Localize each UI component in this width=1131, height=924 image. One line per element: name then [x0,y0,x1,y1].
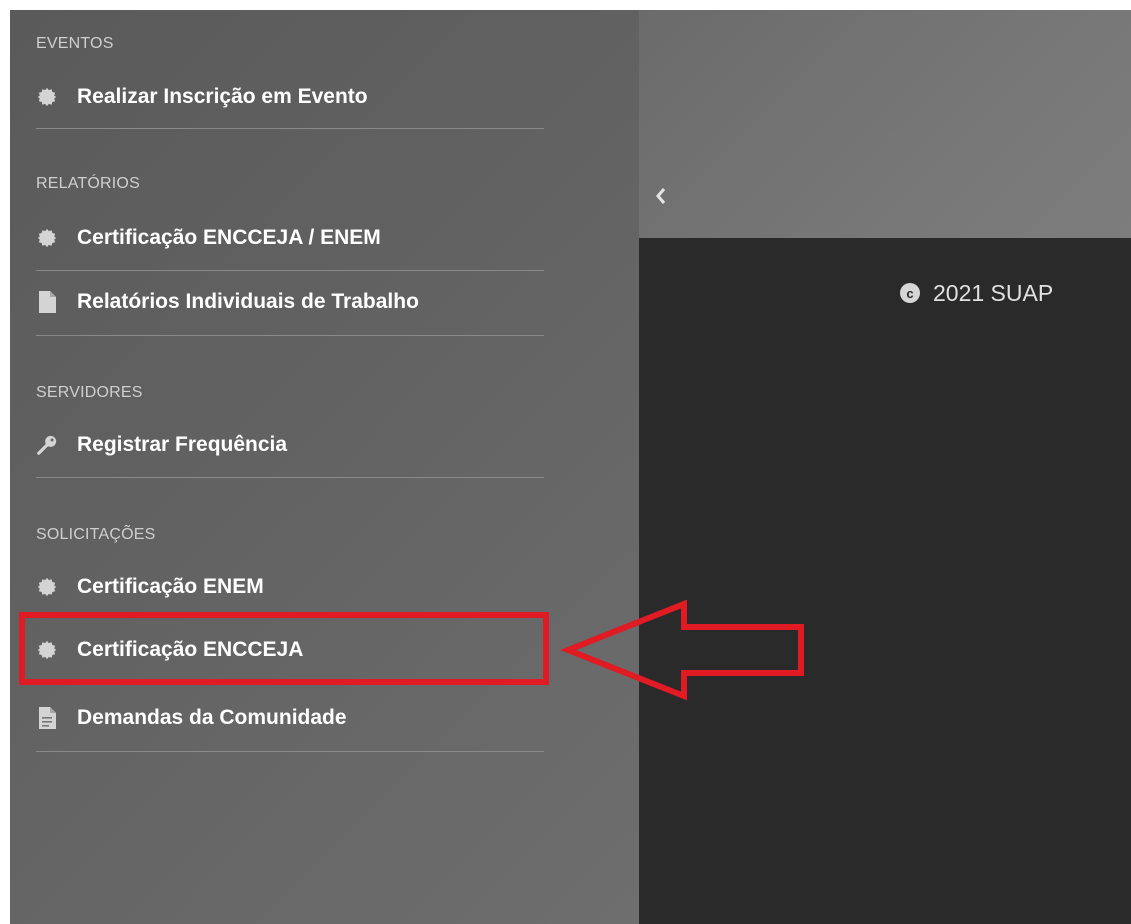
menu-item-label: Certificação ENCCEJA / ENEM [77,226,381,249]
main-content [639,238,1131,924]
gear-icon [36,86,58,108]
menu-item-certificacao-encceja[interactable]: Certificação ENCCEJA [36,628,544,672]
menu-item-label: Relatórios Individuais de Trabalho [77,290,419,313]
section-title-eventos: EVENTOS [36,35,114,52]
copyright-icon: c [900,283,920,303]
chevron-left-icon [654,186,668,211]
footer: c 2021 SUAP [900,276,1053,310]
menu-item-certificacao-encceja-enem[interactable]: Certificação ENCCEJA / ENEM [36,216,544,260]
header-area [639,10,1131,238]
divider [36,477,544,478]
key-icon [36,434,58,456]
gear-icon [36,227,58,249]
menu-item-relatorios-individuais[interactable]: Relatórios Individuais de Trabalho [36,280,544,324]
section-title-relatorios: RELATÓRIOS [36,175,140,192]
sidebar-menu [10,10,639,924]
menu-item-registrar-frequencia[interactable]: Registrar Frequência [36,423,544,467]
collapse-sidebar-button[interactable] [650,183,672,213]
divider [36,128,544,129]
menu-item-label: Certificação ENCCEJA [77,638,304,661]
divider [36,270,544,271]
divider [36,335,544,336]
menu-item-label: Realizar Inscrição em Evento [77,85,368,108]
gear-icon [36,576,58,598]
menu-item-label: Registrar Frequência [77,433,288,456]
section-title-servidores: SERVIDORES [36,384,143,401]
gear-icon [36,639,58,661]
menu-item-label: Certificação ENEM [77,575,264,598]
menu-item-realizar-inscricao[interactable]: Realizar Inscrição em Evento [36,75,544,119]
document-icon [36,291,58,313]
menu-item-label: Demandas da Comunidade [77,706,347,729]
menu-item-certificacao-enem[interactable]: Certificação ENEM [36,565,544,609]
document-text-icon [36,707,58,729]
divider [36,751,544,752]
menu-item-demandas-comunidade[interactable]: Demandas da Comunidade [36,696,544,740]
footer-text: 2021 SUAP [933,279,1054,306]
section-title-solicitacoes: SOLICITAÇÕES [36,526,156,543]
